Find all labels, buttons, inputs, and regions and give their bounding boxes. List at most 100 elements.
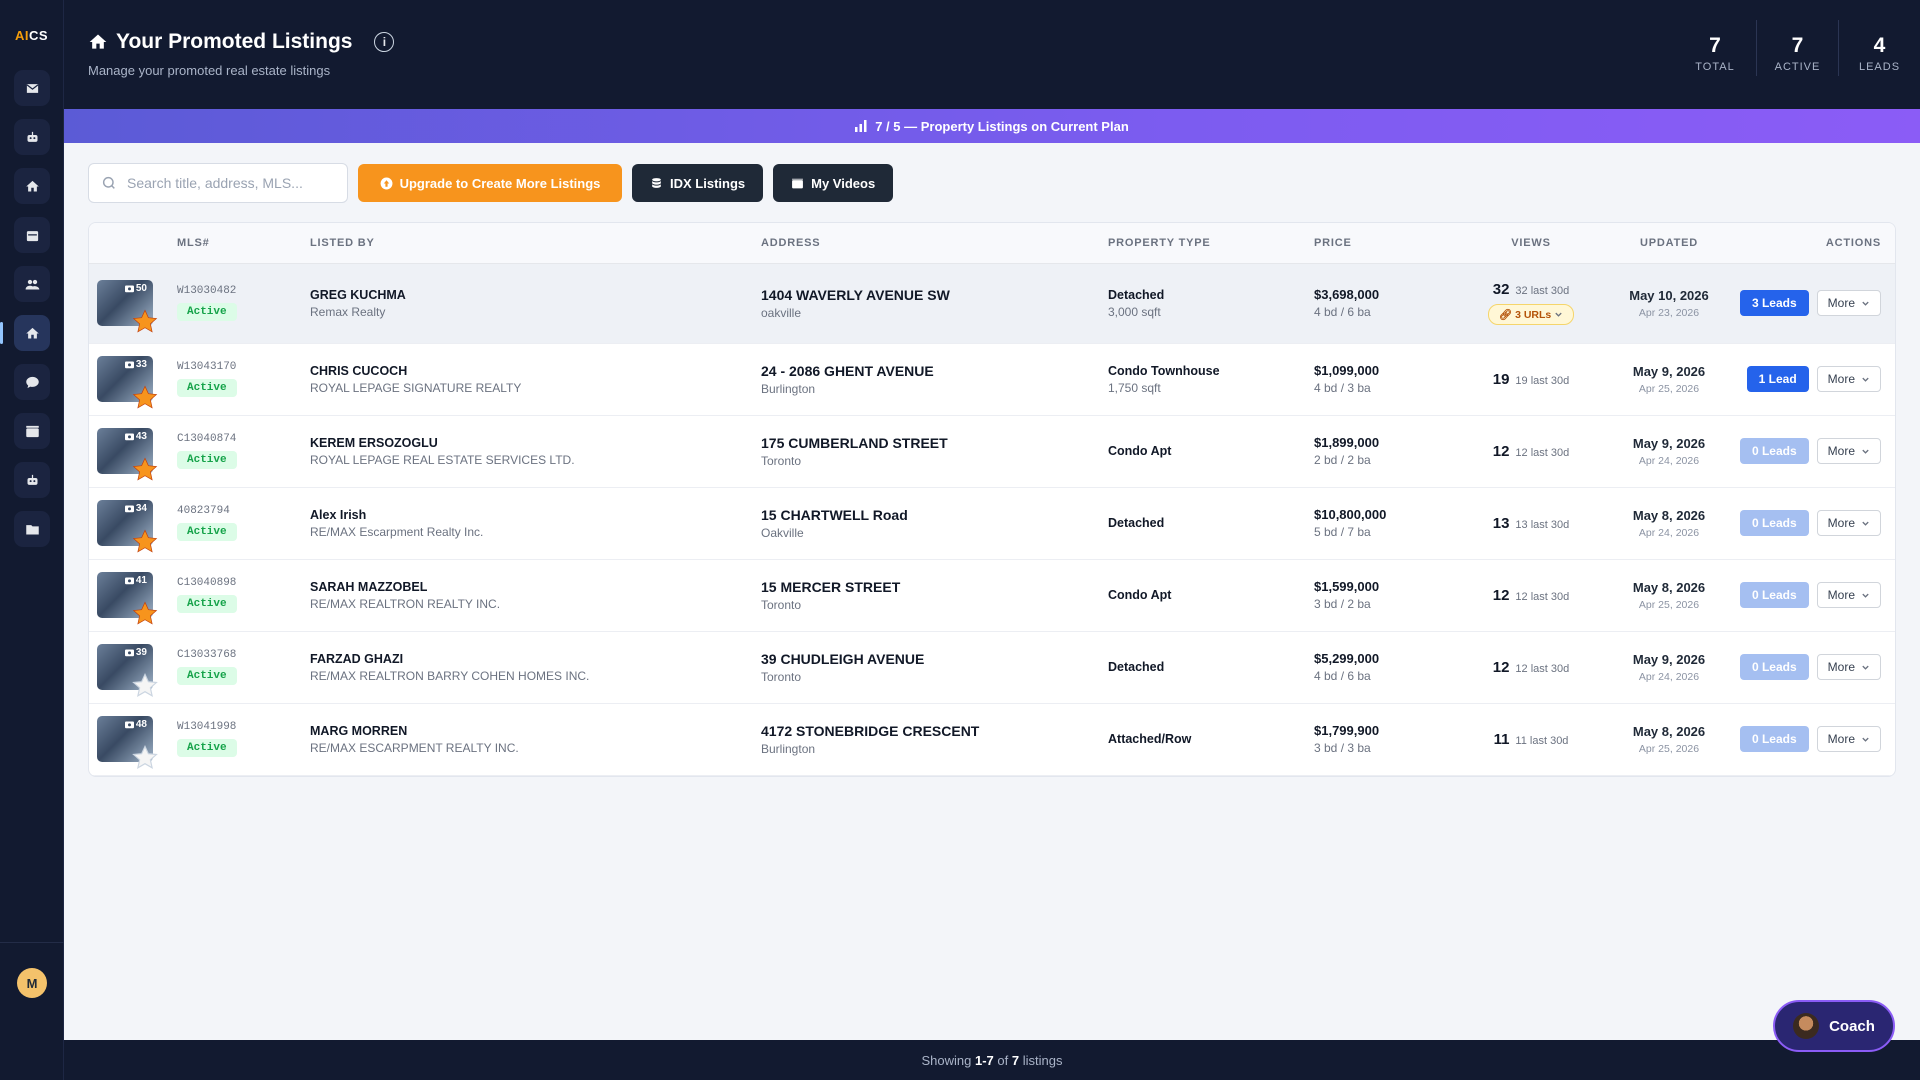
leads-button[interactable]: 1 Lead [1746,366,1809,392]
more-button[interactable]: More [1816,290,1881,316]
col-header-photo [89,223,177,264]
star-outline-icon[interactable] [131,672,159,700]
sidebar-item-listings[interactable] [0,315,50,351]
star-filled-icon[interactable] [131,384,159,412]
cell-photo: 50 [89,263,177,343]
listing-address[interactable]: 24 - 2086 GHENT AVENUE [761,363,1108,379]
listing-thumbnail[interactable]: 33 [97,356,158,409]
stat-active-label: ACTIVE [1774,61,1821,73]
listing-thumbnail[interactable]: 39 [97,644,158,697]
stat-leads: 4 LEADS [1838,20,1920,76]
views-last-30d: 32 last 30d [1515,285,1570,297]
more-label: More [1827,372,1855,386]
upgrade-button[interactable]: Upgrade to Create More Listings [358,164,622,202]
listing-address[interactable]: 175 CUMBERLAND STREET [761,435,1108,451]
sidebar-item-bot[interactable] [14,119,50,155]
listing-thumbnail[interactable]: 34 [97,500,158,553]
link-icon: 🔗︎ [1498,309,1513,321]
urls-dropdown[interactable]: 🔗︎ 3 URLs [1487,304,1575,325]
more-button[interactable]: More [1816,366,1881,392]
more-button[interactable]: More [1816,510,1881,536]
photo-count-value: 48 [135,719,147,730]
table-row[interactable]: 48 W13041998 Active MARG MORREN RE/MAX E… [89,703,1895,775]
col-header-property-type[interactable]: PROPERTY TYPE [1108,223,1314,264]
cell-mls: W13030482 Active [177,263,310,343]
leads-button[interactable]: 0 Leads [1739,726,1809,752]
more-button[interactable]: More [1816,438,1881,464]
leads-button[interactable]: 0 Leads [1739,510,1809,536]
info-icon[interactable]: i [374,32,395,52]
star-outline-icon[interactable] [131,744,159,772]
created-date: Apr 25, 2026 [1638,598,1700,611]
property-type: Detached [1108,287,1165,302]
listing-price: $1,099,000 [1314,363,1380,378]
idx-listings-button[interactable]: IDX Listings [632,164,764,202]
property-type: Condo Townhouse [1108,363,1220,378]
leads-button[interactable]: 0 Leads [1739,654,1809,680]
user-avatar[interactable]: M [17,968,47,998]
views-count: 19 [1492,370,1510,388]
sidebar-item-mail[interactable] [14,70,50,106]
listing-city: Burlington [761,381,816,396]
listing-thumbnail[interactable]: 43 [97,428,158,481]
col-header-listed-by[interactable]: LISTED BY [310,223,761,264]
agent-name: FARZAD GHAZI [310,651,404,666]
updated-date: May 9, 2026 [1632,435,1706,451]
listing-thumbnail[interactable]: 50 [97,280,158,333]
sidebar-item-calendar[interactable] [14,217,50,253]
my-videos-button[interactable]: My Videos [773,164,894,202]
chat-icon [25,375,40,390]
leads-button[interactable]: 0 Leads [1739,438,1809,464]
listing-address[interactable]: 15 CHARTWELL Road [761,507,1108,523]
leads-button[interactable]: 3 Leads [1739,290,1809,316]
leads-button[interactable]: 0 Leads [1739,582,1809,608]
star-filled-icon[interactable] [131,600,159,628]
more-label: More [1827,732,1855,746]
listing-address[interactable]: 39 CHUDLEIGH AVENUE [761,651,1108,667]
cell-photo: 43 [89,415,177,487]
listing-address[interactable]: 15 MERCER STREET [761,579,1108,595]
star-filled-icon[interactable] [131,528,159,556]
table-row[interactable]: 50 W13030482 Active GREG KUCHMA Remax Re… [89,263,1895,343]
cell-mls: 40823794 Active [177,487,310,559]
more-button[interactable]: More [1816,726,1881,752]
cell-address: 39 CHUDLEIGH AVENUE Toronto [761,631,1108,703]
listing-thumbnail[interactable]: 41 [97,572,158,625]
sidebar-item-assistant[interactable] [14,462,50,498]
more-button[interactable]: More [1816,654,1881,680]
sidebar-item-home[interactable] [14,168,50,204]
col-header-price[interactable]: PRICE [1314,223,1454,264]
chevron-down-icon [1861,591,1870,600]
listing-price: $1,599,000 [1314,579,1380,594]
listing-address[interactable]: 4172 STONEBRIDGE CRESCENT [761,723,1108,739]
star-filled-icon[interactable] [131,456,159,484]
photo-count: 48 [124,719,147,730]
col-header-views[interactable]: VIEWS [1454,223,1608,264]
beds-baths: 5 bd / 7 ba [1314,525,1371,539]
sidebar-item-folder[interactable] [14,511,50,547]
sidebar-item-video[interactable] [14,413,50,449]
cell-property-type: Condo Apt [1108,559,1314,631]
more-button[interactable]: More [1816,582,1881,608]
sidebar-item-contacts[interactable] [14,266,50,302]
views-count: 12 [1492,442,1510,460]
brokerage-name: RE/MAX REALTRON BARRY COHEN HOMES INC. [310,668,590,683]
cell-actions: 0 Leads More [1730,487,1895,559]
star-filled-icon[interactable] [131,308,159,336]
app-logo[interactable]: AI CS [0,0,63,70]
table-row[interactable]: 33 W13043170 Active CHRIS CUCOCH ROYAL L… [89,343,1895,415]
col-header-mls[interactable]: MLS# [177,223,310,264]
table-row[interactable]: 41 C13040898 Active SARAH MAZZOBEL RE/MA… [89,559,1895,631]
search-input[interactable] [127,175,327,191]
listing-address[interactable]: 1404 WAVERLY AVENUE SW [761,287,1108,303]
coach-button[interactable]: Coach [1773,1000,1895,1052]
page-title: Your Promoted Listings i [88,30,395,54]
table-row[interactable]: 43 C13040874 Active KEREM ERSOZOGLU ROYA… [89,415,1895,487]
table-row[interactable]: 39 C13033768 Active FARZAD GHAZI RE/MAX … [89,631,1895,703]
listing-thumbnail[interactable]: 48 [97,716,158,769]
chevron-down-icon [1861,663,1870,672]
col-header-updated[interactable]: UPDATED [1608,223,1730,264]
table-row[interactable]: 34 40823794 Active Alex Irish RE/MAX Esc… [89,487,1895,559]
col-header-address[interactable]: ADDRESS [761,223,1108,264]
sidebar-item-chat[interactable] [14,364,50,400]
